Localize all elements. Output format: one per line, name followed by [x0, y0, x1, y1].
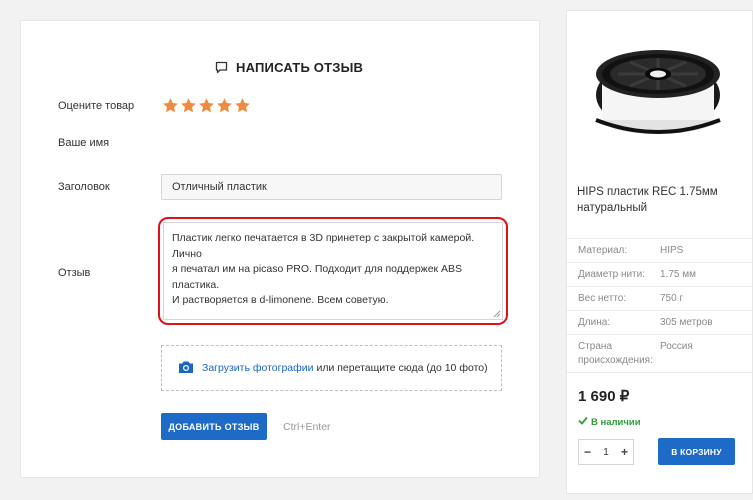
name-label: Ваше имя: [58, 137, 110, 149]
spec-key: Материал:: [578, 245, 628, 256]
add-review-button[interactable]: ДОБАВИТЬ ОТЗЫВ: [161, 413, 267, 440]
comment-icon: [215, 61, 228, 74]
product-specs: Материал: HIPS Диаметр нити: 1.75 мм Вес…: [567, 238, 752, 373]
star-icon-5[interactable]: [234, 97, 251, 114]
title-label: Заголовок: [58, 181, 110, 193]
upload-photos-link[interactable]: Загрузить фотографии: [202, 362, 314, 374]
submit-shortcut-hint: Ctrl+Enter: [283, 421, 331, 433]
photo-dropzone[interactable]: Загрузить фотографии или перетащите сюда…: [161, 345, 502, 391]
review-heading-text: НАПИСАТЬ ОТЗЫВ: [236, 59, 364, 75]
product-price: 1 690 ₽: [578, 388, 630, 405]
rating-stars[interactable]: [162, 97, 251, 114]
review-label: Отзыв: [58, 267, 91, 279]
spec-row: Длина: 305 метров: [567, 310, 752, 334]
title-input[interactable]: Отличный пластик: [161, 174, 502, 200]
highlight-outline: [158, 217, 508, 325]
qty-minus-button[interactable]: −: [584, 445, 591, 459]
star-icon-2[interactable]: [180, 97, 197, 114]
stock-text: В наличии: [591, 416, 641, 428]
spec-key: Вес нетто:: [578, 293, 627, 304]
spec-key: Диаметр нити:: [578, 269, 645, 280]
spec-row: Диаметр нити: 1.75 мм: [567, 262, 752, 286]
star-icon-1[interactable]: [162, 97, 179, 114]
qty-value[interactable]: 1: [603, 447, 609, 458]
star-icon-3[interactable]: [198, 97, 215, 114]
camera-icon[interactable]: [178, 360, 194, 377]
add-to-cart-button[interactable]: В КОРЗИНУ: [658, 438, 735, 465]
spec-divider: [567, 372, 752, 373]
spec-value: 1.75 мм: [660, 269, 696, 280]
stock-status: В наличии: [578, 416, 641, 428]
upload-text: Загрузить фотографии или перетащите сюда…: [202, 362, 488, 374]
spec-value: 305 метров: [660, 317, 713, 328]
spec-value: HIPS: [660, 245, 684, 256]
product-name[interactable]: HIPS пластик REC 1.75мм натуральный: [577, 184, 737, 216]
spec-row: Материал: HIPS: [567, 238, 752, 262]
spec-key: Длина:: [578, 317, 611, 328]
quantity-stepper[interactable]: − 1 +: [578, 439, 634, 465]
spec-row: Вес нетто: 750 г: [567, 286, 752, 310]
spec-value: 750 г: [660, 293, 684, 304]
checkmark-icon: [578, 416, 588, 428]
star-icon-4[interactable]: [216, 97, 233, 114]
spec-row: Страна происхождения: Россия: [567, 334, 752, 372]
review-heading: НАПИСАТЬ ОТЗЫВ: [215, 58, 363, 76]
product-image[interactable]: [588, 40, 728, 140]
spec-value: Россия: [660, 341, 693, 352]
qty-plus-button[interactable]: +: [621, 445, 628, 459]
spec-key: Страна происхождения:: [578, 341, 653, 366]
rating-label: Оцените товар: [58, 100, 135, 112]
upload-hint: или перетащите сюда (до 10 фото): [313, 362, 488, 374]
